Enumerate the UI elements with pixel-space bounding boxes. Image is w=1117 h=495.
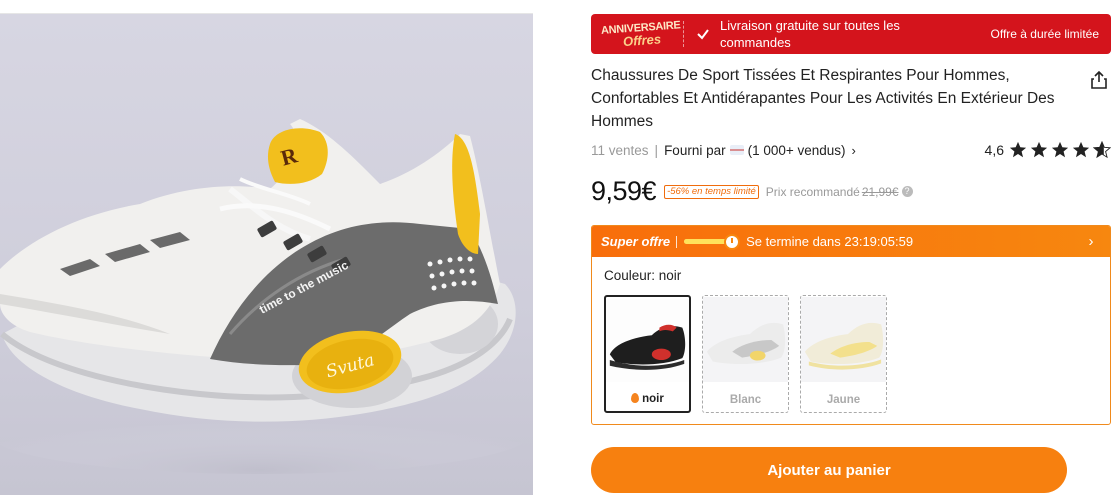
star-icon bbox=[1030, 141, 1048, 158]
product-image[interactable]: R time to the music Svuta bbox=[0, 14, 533, 495]
color-option-label: noir bbox=[606, 393, 689, 405]
product-title: Chaussures De Sport Tissées Et Respirant… bbox=[591, 67, 1055, 130]
color-label: Couleur: noir bbox=[604, 268, 682, 283]
star-icon bbox=[1072, 141, 1090, 158]
sold-count: 11 ventes bbox=[591, 142, 649, 158]
super-offer-header[interactable]: Super offre Se termine dans 23:19:05:59 … bbox=[592, 226, 1110, 257]
super-offer-panel: Super offre Se termine dans 23:19:05:59 … bbox=[591, 225, 1111, 425]
offer-countdown: Se termine dans 23:19:05:59 bbox=[746, 234, 914, 249]
current-price: 9,59€ bbox=[591, 176, 657, 206]
supplier-label: Fourni par bbox=[664, 142, 726, 158]
anniversary-badge: ANNIVERSAIRE Offres bbox=[591, 14, 683, 54]
limited-offer-text: Offre à durée limitée bbox=[990, 27, 1100, 41]
promo-banner[interactable]: ANNIVERSAIRE Offres Livraison gratuite s… bbox=[591, 14, 1111, 54]
color-option-noir-label: noir bbox=[642, 393, 664, 405]
offer-divider bbox=[676, 235, 678, 248]
rating-value: 4,6 bbox=[984, 142, 1004, 158]
black-shoe-thumbnail bbox=[606, 299, 689, 382]
timer-progress-fill bbox=[684, 239, 726, 244]
color-option-noir[interactable]: noir bbox=[604, 295, 691, 413]
free-shipping-text: Livraison gratuite sur toutes les comman… bbox=[720, 18, 900, 50]
recommended-price-label: Prix recommandé bbox=[765, 184, 860, 199]
clock-icon bbox=[724, 233, 741, 250]
white-shoe-thumbnail bbox=[703, 297, 788, 382]
color-option-blanc-label: Blanc bbox=[729, 394, 762, 406]
shoe-illustration: R time to the music Svuta bbox=[0, 119, 530, 474]
color-option-jaune-label: Jaune bbox=[826, 394, 861, 406]
supplier-link[interactable]: Fourni par (1 000+ vendus) › bbox=[664, 143, 856, 158]
add-to-cart-button[interactable]: Ajouter au panier bbox=[591, 447, 1067, 493]
discount-badge: -56% en temps limité bbox=[664, 184, 759, 199]
color-option-blanc[interactable]: Blanc bbox=[702, 295, 789, 413]
product-meta: 11 ventes | Fourni par (1 000+ vendus) ›… bbox=[591, 141, 1111, 159]
star-icon bbox=[1051, 141, 1069, 158]
check-icon bbox=[697, 29, 709, 40]
flag-icon bbox=[729, 145, 744, 155]
yellow-shoe-thumbnail bbox=[801, 297, 886, 382]
star-half-icon bbox=[1093, 141, 1111, 159]
meta-separator: | bbox=[654, 142, 659, 158]
chevron-right-icon[interactable]: › bbox=[1080, 231, 1102, 253]
recommended-price: 21,99€ bbox=[861, 184, 899, 199]
super-offer-title: Super offre bbox=[601, 234, 671, 249]
share-icon[interactable] bbox=[1089, 70, 1109, 90]
flame-icon bbox=[631, 393, 640, 403]
page-top-strip bbox=[0, 0, 533, 14]
color-option-jaune[interactable]: Jaune bbox=[800, 295, 887, 413]
info-icon[interactable]: ? bbox=[901, 186, 913, 197]
star-icon bbox=[1009, 141, 1027, 158]
rating[interactable]: 4,6 bbox=[985, 141, 1111, 159]
supplier-count: (1 000+ vendus) bbox=[747, 142, 846, 158]
chevron-right-icon: › bbox=[851, 142, 856, 158]
price-row: 9,59€ -56% en temps limité Prix recomman… bbox=[591, 176, 913, 207]
